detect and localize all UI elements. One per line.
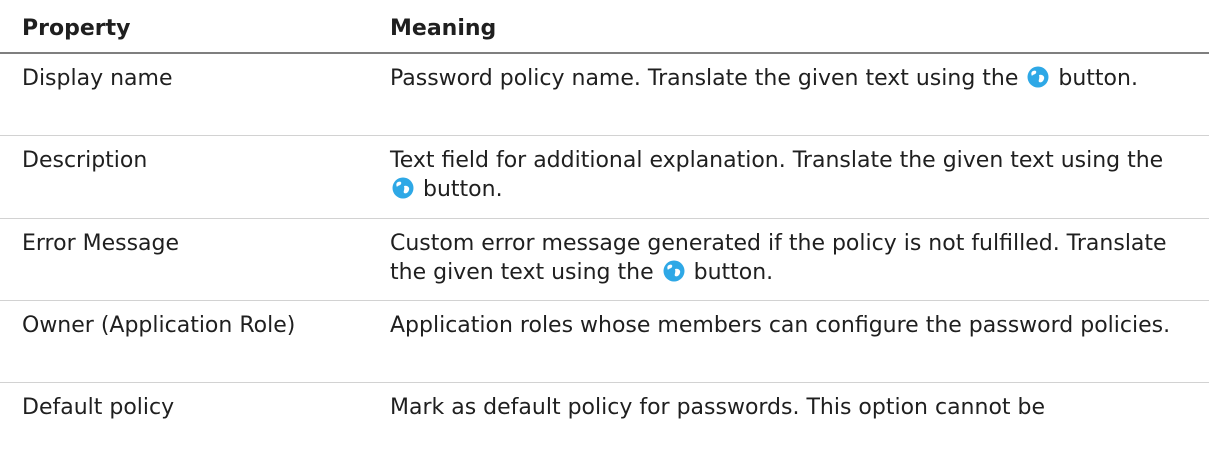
property-table: Property Meaning Display name Password p… (0, 0, 1209, 457)
meaning-text: Password policy name. Translate the give… (390, 66, 1019, 91)
globe-translate-icon[interactable] (663, 260, 685, 282)
property-cell: Default policy (22, 395, 175, 420)
property-cell: Error Message (22, 231, 180, 256)
table-row: Owner (Application Role) Application rol… (0, 301, 1209, 383)
header-property: Property (22, 16, 131, 41)
table-row: Display name Password policy name. Trans… (0, 54, 1209, 136)
globe-translate-icon[interactable] (1027, 66, 1049, 88)
globe-translate-icon[interactable] (392, 177, 414, 199)
table-row: Default policy Mark as default policy fo… (0, 383, 1209, 457)
property-cell: Description (22, 148, 148, 173)
table-header: Property Meaning (0, 0, 1209, 54)
meaning-text-end: button. (693, 260, 774, 285)
meaning-text-end: button. (1058, 66, 1138, 91)
meaning-cell: Mark as default policy for passwords. Th… (390, 395, 1046, 420)
meaning-cell: Application roles whose members can conf… (390, 313, 1171, 338)
table-row: Description Text field for additional ex… (0, 136, 1209, 219)
meaning-cell: Custom error message generated if the po… (390, 219, 1209, 300)
meaning-text-end: button. (423, 177, 503, 202)
property-cell: Owner (Application Role) (22, 313, 296, 338)
meaning-text: Custom error message generated if the po… (390, 231, 1167, 285)
meaning-cell: Password policy name. Translate the give… (390, 54, 1209, 135)
header-meaning: Meaning (390, 16, 497, 41)
meaning-cell: Text field for additional explanation. T… (390, 136, 1209, 218)
table-row: Error Message Custom error message gener… (0, 219, 1209, 301)
property-cell: Display name (22, 66, 173, 91)
meaning-text: Text field for additional explanation. T… (390, 148, 1164, 173)
